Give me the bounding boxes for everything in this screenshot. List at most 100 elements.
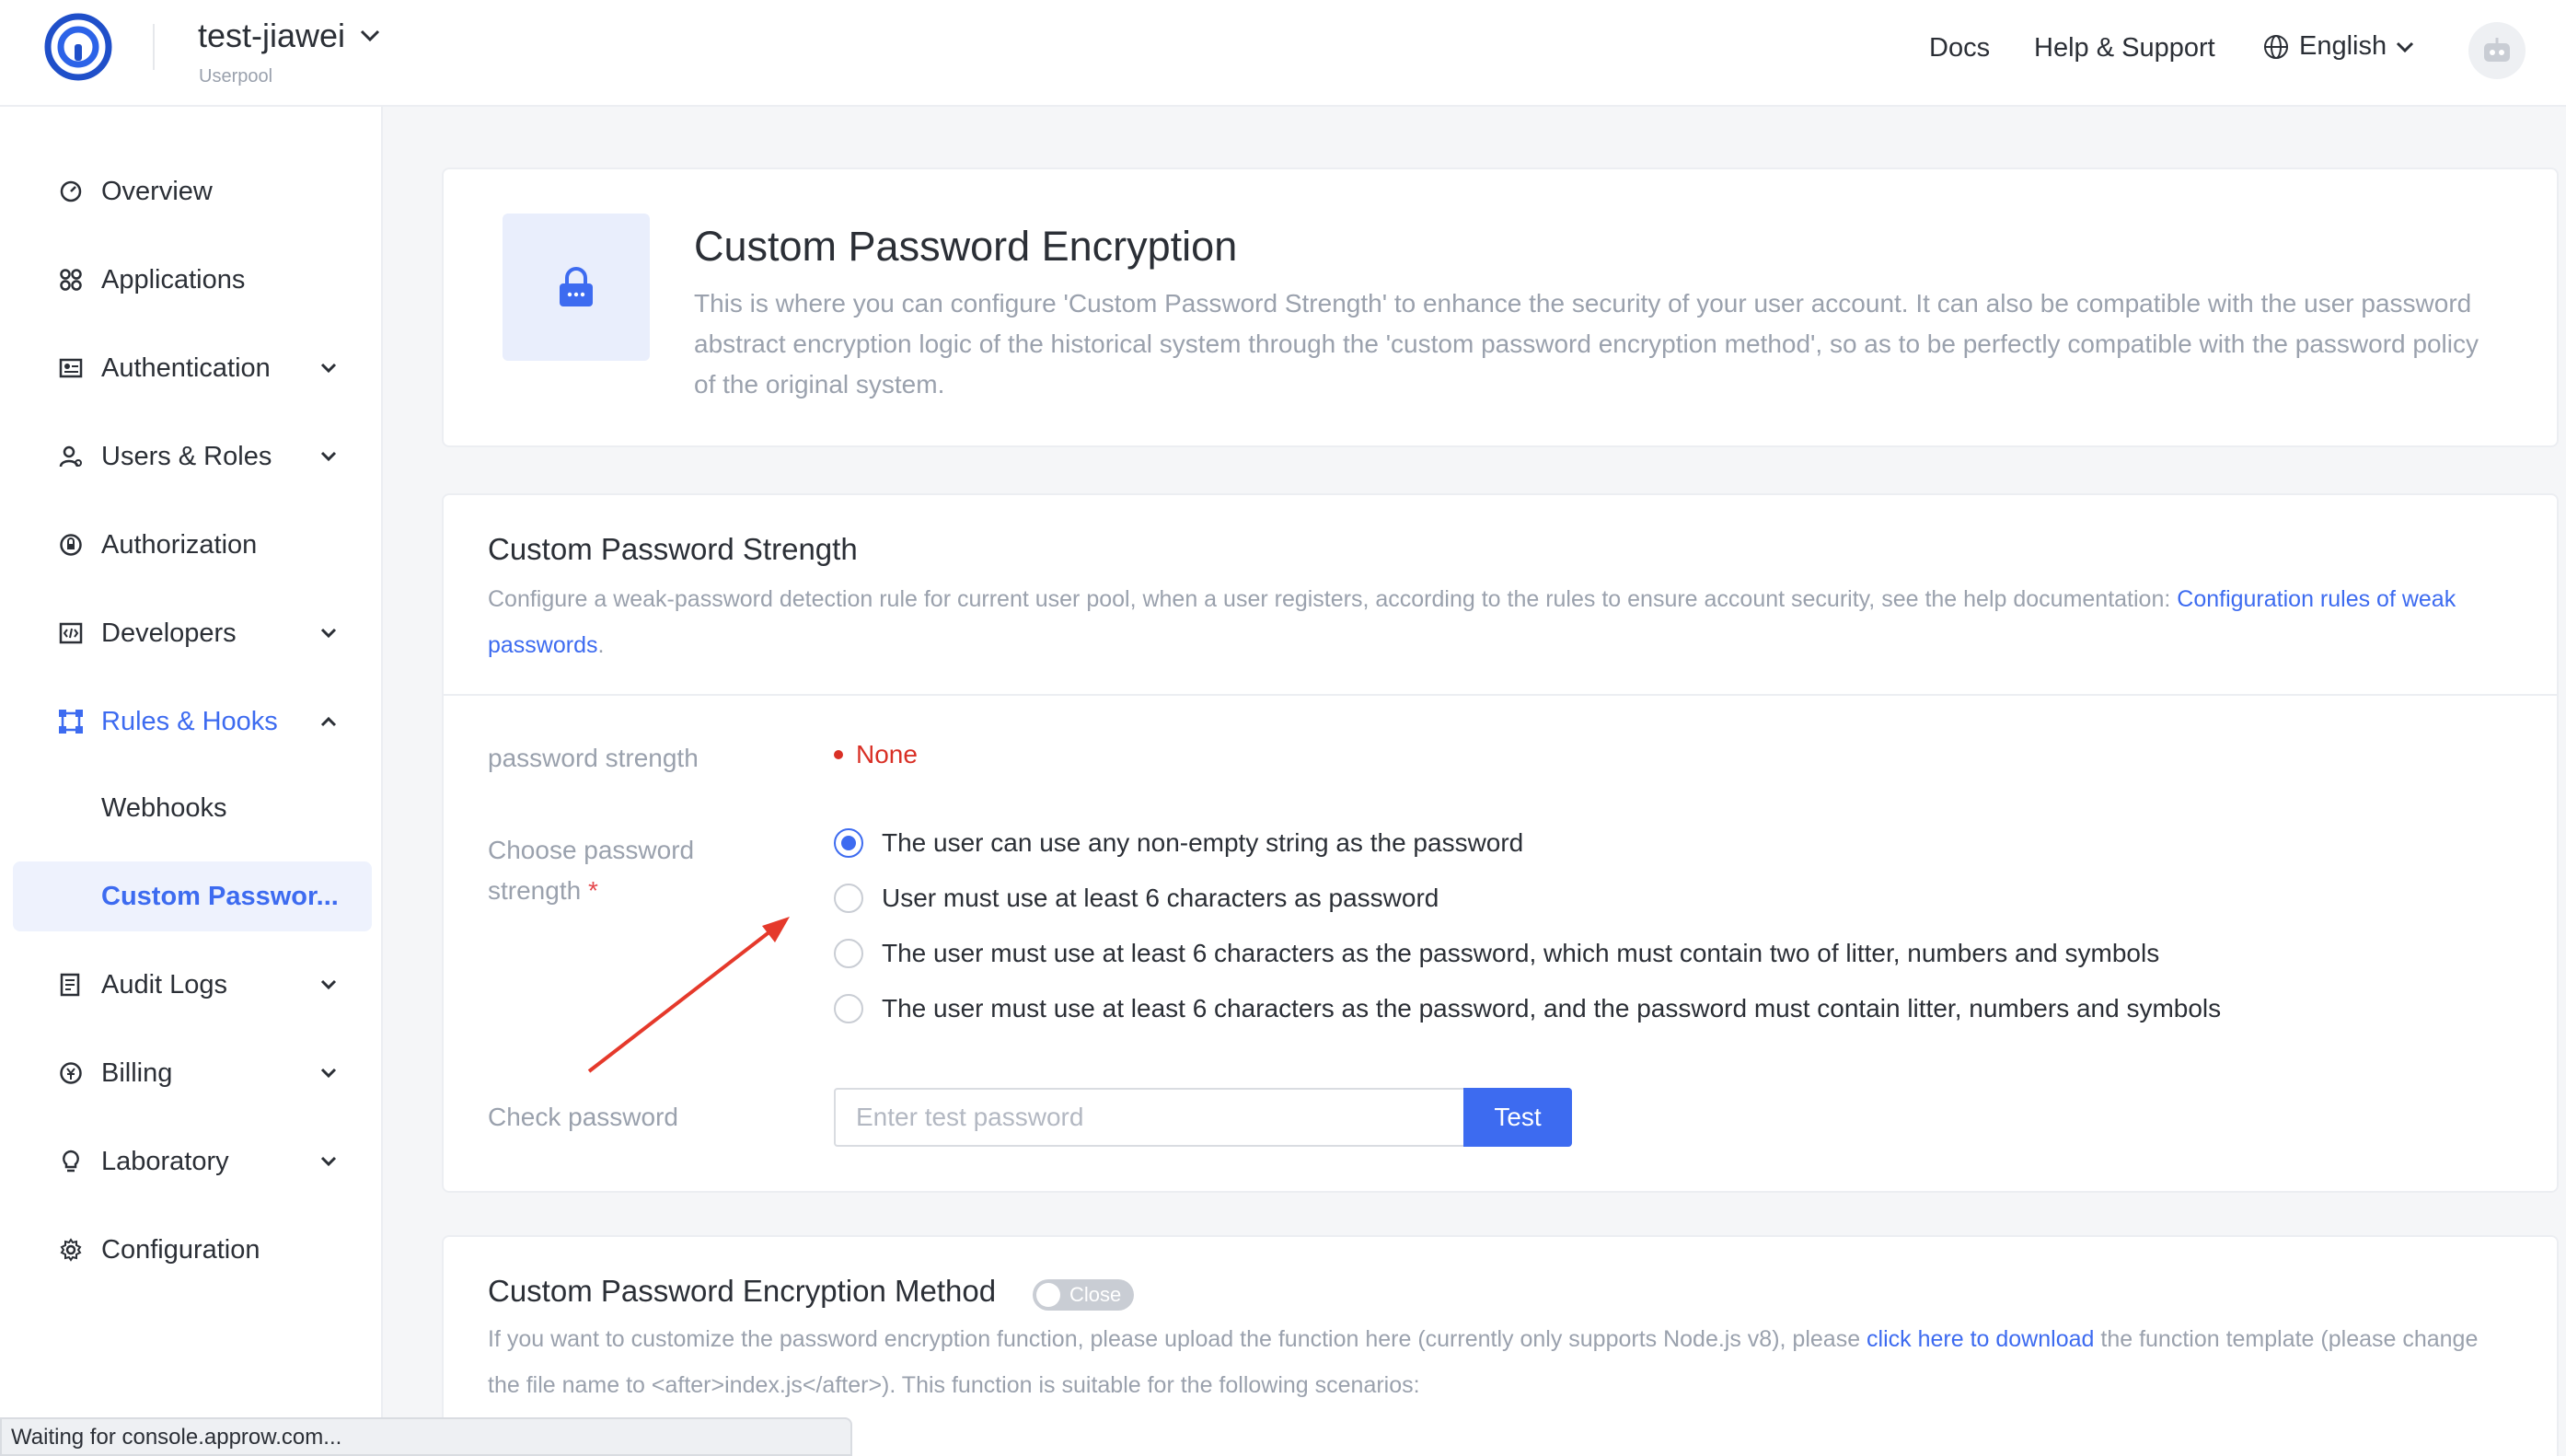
sidebar-item-label: Applications bbox=[101, 264, 246, 295]
chevron-down-icon bbox=[318, 446, 339, 467]
header-divider bbox=[153, 24, 155, 70]
test-button[interactable]: Test bbox=[1463, 1088, 1572, 1147]
password-strength-card: Custom Password Strength Configure a wea… bbox=[442, 493, 2559, 1193]
id-card-icon bbox=[57, 354, 85, 382]
test-password-input[interactable] bbox=[834, 1088, 1463, 1147]
dashboard-icon bbox=[57, 178, 85, 205]
chevron-down-icon bbox=[318, 1063, 339, 1083]
annotation-arrow bbox=[587, 917, 790, 1073]
authing-logo-icon[interactable] bbox=[44, 13, 112, 81]
section-title: Custom Password Strength bbox=[488, 532, 858, 566]
encryption-method-toggle[interactable]: Close bbox=[1033, 1279, 1134, 1311]
billing-icon bbox=[57, 1059, 85, 1087]
description-text: Configure a weak-password detection rule… bbox=[488, 586, 2178, 612]
lock-circle-icon bbox=[57, 531, 85, 559]
strength-option-2[interactable]: The user must use at least 6 characters … bbox=[834, 939, 2159, 968]
docs-link[interactable]: Docs bbox=[1929, 33, 1990, 64]
apps-icon bbox=[57, 266, 85, 294]
log-icon bbox=[57, 971, 85, 999]
radio-checked[interactable] bbox=[834, 828, 863, 858]
top-header: test-jiawei Userpool Docs Help & Support… bbox=[0, 0, 2566, 107]
page-header-card: Custom Password Encryption This is where… bbox=[442, 168, 2559, 447]
chevron-up-icon bbox=[318, 711, 339, 732]
avatar[interactable] bbox=[2468, 22, 2526, 79]
option-label: The user can use any non-empty string as… bbox=[882, 828, 1524, 857]
sidebar-item-label: Users & Roles bbox=[101, 441, 272, 471]
sidebar-item-authorization[interactable]: Authorization bbox=[13, 510, 372, 580]
strength-option-0[interactable]: The user can use any non-empty string as… bbox=[834, 828, 1523, 858]
hooks-icon bbox=[57, 708, 85, 735]
sidebar-item-configuration[interactable]: Configuration bbox=[13, 1215, 372, 1285]
status-dot-icon bbox=[834, 750, 843, 759]
description-text: If you want to customize the password en… bbox=[488, 1326, 1867, 1352]
userpool-name: test-jiawei bbox=[198, 17, 346, 54]
sidebar-item-label: Authorization bbox=[101, 529, 258, 560]
chevron-down-icon bbox=[2397, 41, 2414, 52]
divider bbox=[444, 694, 2557, 696]
sidebar-item-label: Custom Passwor... bbox=[101, 881, 339, 911]
sidebar-item-laboratory[interactable]: Laboratory bbox=[13, 1127, 372, 1196]
sidebar-item-label: Overview bbox=[101, 176, 213, 206]
gear-icon bbox=[57, 1236, 85, 1264]
section-description: If you want to customize the password en… bbox=[488, 1316, 2513, 1408]
required-mark: * bbox=[587, 876, 598, 905]
sidebar-item-rules-hooks[interactable]: Rules & Hooks bbox=[13, 687, 372, 757]
section-description: Configure a weak-password detection rule… bbox=[488, 576, 2513, 668]
userpool-subtitle: Userpool bbox=[199, 66, 273, 87]
sidebar: Overview Applications Authentication Use… bbox=[0, 107, 383, 1456]
sidebar-item-custom-password[interactable]: Custom Passwor... bbox=[13, 861, 372, 931]
sidebar-item-developers[interactable]: Developers bbox=[13, 598, 372, 668]
toggle-knob bbox=[1036, 1283, 1060, 1307]
help-support-link[interactable]: Help & Support bbox=[2034, 33, 2215, 64]
language-label: English bbox=[2299, 31, 2387, 61]
sidebar-item-label: Webhooks bbox=[101, 792, 227, 823]
choose-label-line1: Choose password bbox=[488, 836, 695, 864]
chevron-down-icon bbox=[318, 975, 339, 995]
choose-strength-label: Choose password strength * bbox=[488, 830, 694, 911]
sidebar-item-label: Configuration bbox=[101, 1234, 260, 1265]
lock-icon bbox=[560, 267, 593, 306]
globe-icon bbox=[2264, 34, 2288, 59]
code-icon bbox=[57, 619, 85, 647]
robot-icon bbox=[2484, 38, 2510, 62]
option-label: The user must use at least 6 characters … bbox=[882, 994, 2222, 1023]
chevron-down-icon bbox=[318, 623, 339, 643]
userpool-switcher[interactable]: test-jiawei bbox=[198, 17, 380, 55]
section-title: Custom Password Encryption Method bbox=[488, 1274, 997, 1308]
sidebar-item-webhooks[interactable]: Webhooks bbox=[13, 773, 372, 843]
description-suffix: . bbox=[597, 632, 605, 658]
sidebar-item-label: Laboratory bbox=[101, 1146, 229, 1176]
sidebar-item-label: Audit Logs bbox=[101, 969, 228, 1000]
language-selector[interactable]: English bbox=[2262, 31, 2414, 62]
bulb-icon bbox=[57, 1148, 85, 1175]
option-label: User must use at least 6 characters as p… bbox=[882, 884, 1439, 912]
chevron-down-icon bbox=[318, 1151, 339, 1172]
strength-option-3[interactable]: The user must use at least 6 characters … bbox=[834, 994, 2221, 1023]
chevron-down-icon bbox=[318, 358, 339, 378]
sidebar-item-applications[interactable]: Applications bbox=[13, 245, 372, 315]
radio-unchecked[interactable] bbox=[834, 939, 863, 968]
chevron-down-icon bbox=[361, 29, 380, 42]
strength-option-1[interactable]: User must use at least 6 characters as p… bbox=[834, 884, 1439, 913]
browser-status-bar: Waiting for console.approw.com... bbox=[0, 1417, 852, 1456]
user-icon bbox=[57, 443, 85, 470]
sidebar-item-label: Authentication bbox=[101, 352, 271, 383]
toggle-label: Close bbox=[1069, 1283, 1122, 1306]
sidebar-item-label: Developers bbox=[101, 618, 237, 648]
option-label: The user must use at least 6 characters … bbox=[882, 939, 2160, 967]
radio-unchecked[interactable] bbox=[834, 994, 863, 1023]
sidebar-item-overview[interactable]: Overview bbox=[13, 156, 372, 226]
page-description: This is where you can configure 'Custom … bbox=[694, 289, 2479, 399]
sidebar-item-billing[interactable]: Billing bbox=[13, 1038, 372, 1108]
download-template-link[interactable]: click here to download bbox=[1867, 1326, 2094, 1352]
page-title: Custom Password Encryption bbox=[694, 223, 1238, 270]
radio-unchecked[interactable] bbox=[834, 884, 863, 913]
sidebar-item-label: Billing bbox=[101, 1057, 173, 1088]
strength-value: None bbox=[856, 740, 918, 768]
sidebar-item-audit-logs[interactable]: Audit Logs bbox=[13, 950, 372, 1020]
sidebar-item-authentication[interactable]: Authentication bbox=[13, 333, 372, 403]
choose-label-line2: strength bbox=[488, 876, 582, 905]
hero-icon-box bbox=[503, 214, 650, 361]
check-password-label: Check password bbox=[488, 1103, 678, 1131]
sidebar-item-users-roles[interactable]: Users & Roles bbox=[13, 422, 372, 491]
